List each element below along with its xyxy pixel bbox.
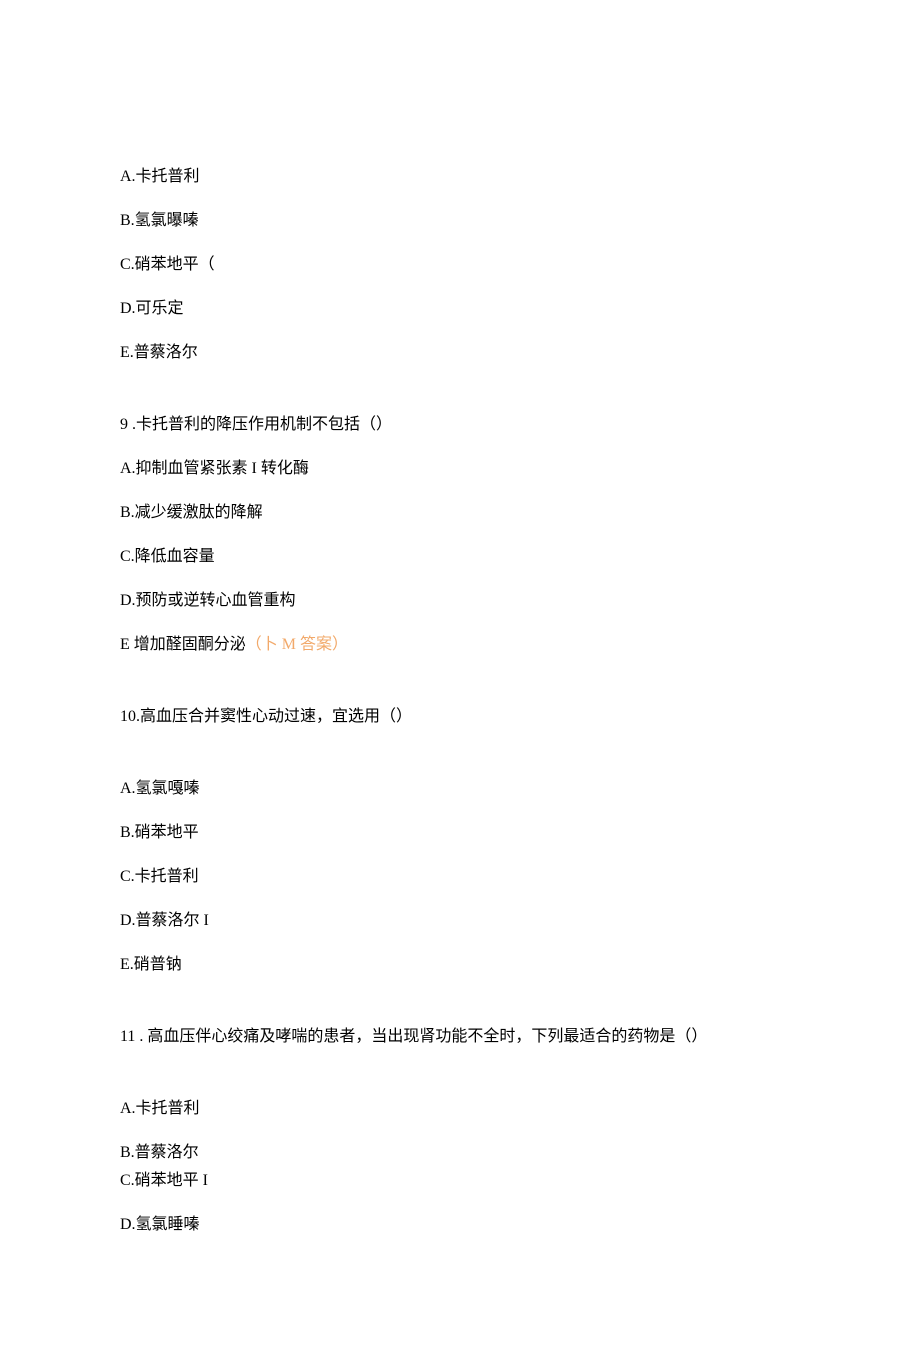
q8-option-c: C.硝苯地平（ [120, 253, 800, 277]
document-page: A.卡托普利 B.氢氯曝嗪 C.硝苯地平（ D.可乐定 E.普蔡洛尔 9 .卡托… [0, 0, 920, 1357]
q9-option-b: B.减少缓激肽的降解 [120, 501, 800, 525]
q9-answer-marker: （卜 M 答案） [246, 636, 348, 653]
q9-option-a: A.抑制血管紧张素 I 转化酶 [120, 457, 800, 481]
q10-option-c: C.卡托普利 [120, 865, 800, 889]
q11-option-d: D.氢氯睡嗪 [120, 1213, 800, 1237]
q11-option-b: B.普蔡洛尔 [120, 1141, 800, 1165]
q9-option-d: D.预防或逆转心血管重构 [120, 589, 800, 613]
q8-option-d: D.可乐定 [120, 297, 800, 321]
q11-stem: 11 . 高血压伴心绞痛及哮喘的患者，当出现肾功能不全时，下列最适合的药物是（） [120, 1025, 800, 1049]
q9-stem: 9 .卡托普利的降压作用机制不包括（） [120, 413, 800, 437]
q11-option-a: A.卡托普利 [120, 1097, 800, 1121]
q10-option-e: E.硝普钠 [120, 953, 800, 977]
q9-option-c: C.降低血容量 [120, 545, 800, 569]
q10-option-d: D.普蔡洛尔 I [120, 909, 800, 933]
q11-option-c: C.硝苯地平 I [120, 1169, 800, 1193]
q8-option-b: B.氢氯曝嗪 [120, 209, 800, 233]
q10-option-a: A.氢氯嘎嗪 [120, 777, 800, 801]
q9-option-e-text: E 增加醛固酮分泌 [120, 636, 246, 653]
q10-stem: 10.高血压合并窦性心动过速，宜选用（） [120, 705, 800, 729]
q8-option-a: A.卡托普利 [120, 165, 800, 189]
q9-option-e: E 增加醛固酮分泌（卜 M 答案） [120, 633, 800, 657]
q10-option-b: B.硝苯地平 [120, 821, 800, 845]
q8-option-e: E.普蔡洛尔 [120, 341, 800, 365]
